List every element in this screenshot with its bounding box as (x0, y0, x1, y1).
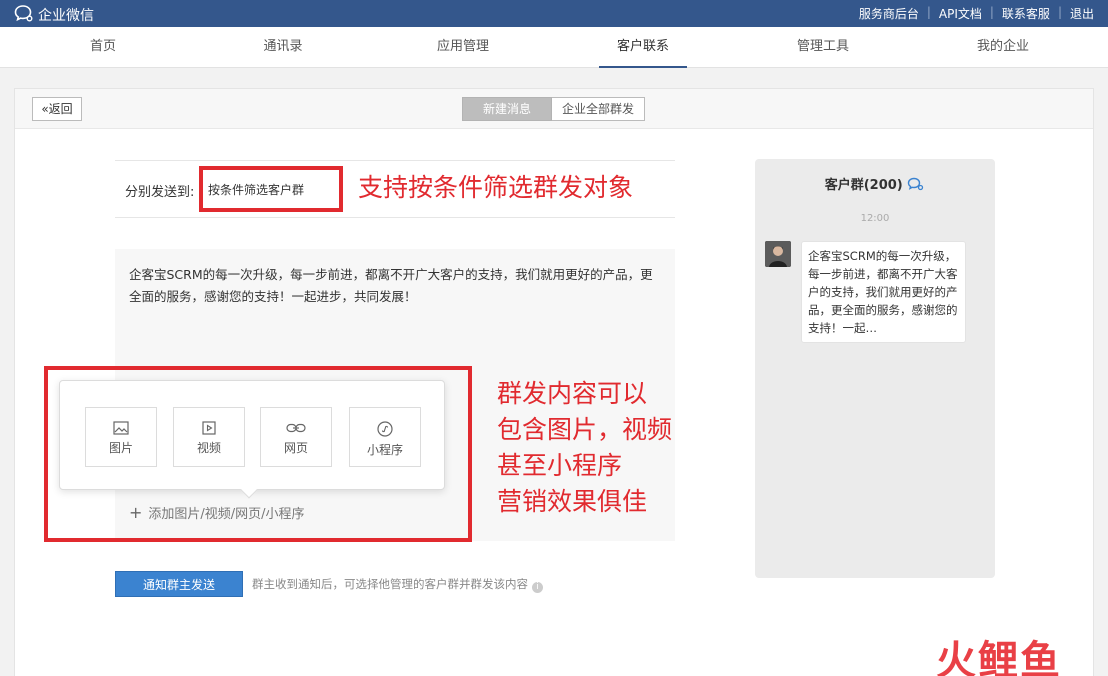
main-nav: 首页 通讯录 应用管理 客户联系 管理工具 我的企业 (0, 27, 1108, 68)
tab-new-message[interactable]: 新建消息 (462, 97, 552, 121)
main-panel: «返回 新建消息 企业全部群发 分别发送到: 按条件筛选客户群 支持按条件筛选群… (14, 88, 1094, 676)
link-contact-support[interactable]: 联系客服 (1002, 5, 1050, 22)
panel-header: «返回 新建消息 企业全部群发 (15, 89, 1093, 129)
separator: | (1057, 5, 1062, 19)
tab-app-management[interactable]: 应用管理 (378, 27, 548, 68)
notify-hint: 群主收到通知后，可选择他管理的客户群并群发该内容 i (252, 576, 543, 593)
mode-switch: 新建消息 企业全部群发 (462, 97, 645, 121)
tab-company-broadcast[interactable]: 企业全部群发 (552, 97, 645, 121)
link-logout[interactable]: 退出 (1070, 5, 1094, 22)
separator: | (926, 5, 931, 19)
phone-preview: 客户群(200) 12:00 企客宝SCRM的每一次升级，每一步前进，都离不开广… (755, 159, 995, 578)
wecom-logo-icon (14, 4, 38, 26)
annotation-content-line-1: 群发内容可以 (497, 379, 648, 408)
link-provider-console[interactable]: 服务商后台 (859, 5, 919, 22)
annotation-content-line-3: 甚至小程序 (497, 451, 623, 480)
preview-message-bubble: 企客宝SCRM的每一次升级，每一步前进，都离不开广大客户的支持，我们就用更好的产… (801, 241, 966, 343)
double-chevron-left-icon: « (41, 102, 49, 116)
notify-owner-send-button[interactable]: 通知群主发送 (115, 571, 243, 597)
back-button[interactable]: «返回 (32, 97, 82, 121)
link-api-docs[interactable]: API文档 (939, 5, 982, 22)
preview-title: 客户群(200) (755, 174, 995, 193)
watermark-text: 火鲤鱼 (936, 638, 1062, 676)
tab-contacts[interactable]: 通讯录 (198, 27, 368, 68)
preview-group-name: 客户群(200) (824, 178, 903, 193)
avatar (765, 241, 791, 267)
annotation-filter: 支持按条件筛选群发对象 (358, 173, 634, 202)
top-bar: 企业微信 服务商后台 | API文档 | 联系客服 | 退出 (0, 0, 1108, 27)
tab-customer-contact[interactable]: 客户联系 (558, 27, 728, 68)
annotation-content-line-2: 包含图片，视频 (497, 415, 673, 444)
app-logo[interactable]: 企业微信 (14, 4, 94, 26)
notify-hint-text: 群主收到通知后，可选择他管理的客户群并群发该内容 (252, 577, 528, 591)
annotation-content-line-4: 营销效果俱佳 (497, 487, 648, 516)
highlight-box-content (44, 366, 472, 542)
tab-home[interactable]: 首页 (18, 27, 188, 68)
top-links: 服务商后台 | API文档 | 联系客服 | 退出 (859, 5, 1094, 22)
preview-time: 12:00 (860, 213, 890, 224)
message-text[interactable]: 企客宝SCRM的每一次升级，每一步前进，都离不开广大客户的支持，我们就用更好的产… (129, 264, 659, 308)
highlight-box-filter (199, 166, 343, 212)
watermark-logo: 火鲤鱼 (936, 628, 1062, 676)
tab-my-company[interactable]: 我的企业 (918, 27, 1088, 68)
tab-management-tools[interactable]: 管理工具 (738, 27, 908, 68)
app-title: 企业微信 (38, 8, 94, 24)
back-label: 返回 (48, 102, 73, 116)
group-chat-icon (907, 177, 925, 193)
info-icon[interactable]: i (532, 582, 543, 593)
separator: | (989, 5, 994, 19)
send-target-label: 分别发送到: (125, 185, 195, 200)
